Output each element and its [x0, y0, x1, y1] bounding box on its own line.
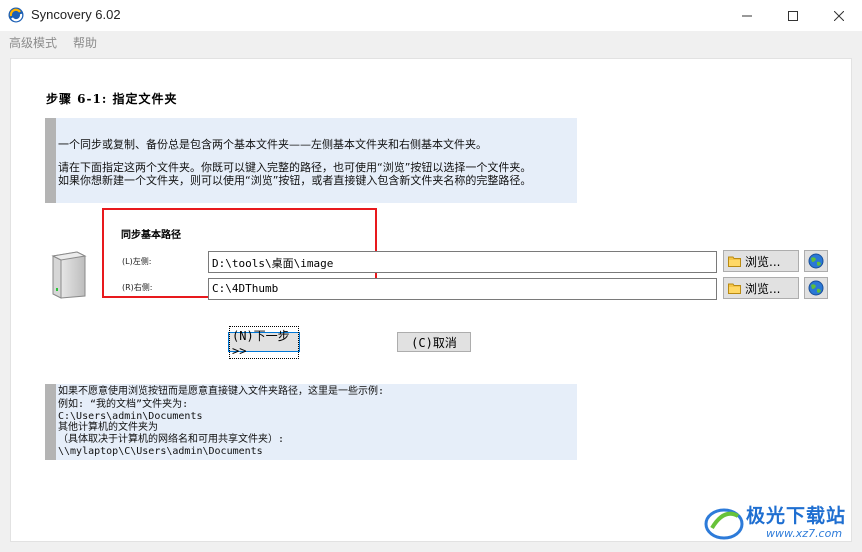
menu-help[interactable]: 帮助: [73, 34, 97, 51]
left-path-input[interactable]: D:\tools\桌面\image: [208, 251, 717, 273]
info-line: 一个同步或复制、备份总是包含两个基本文件夹——左侧基本文件夹和右侧基本文件夹。: [58, 138, 487, 151]
example-line: 其他计算机的文件夹为: [58, 422, 158, 433]
globe-icon: [808, 253, 824, 269]
menu-bar: [0, 31, 862, 53]
close-button[interactable]: [816, 0, 862, 31]
right-network-button[interactable]: [804, 277, 828, 299]
watermark-url: www.xz7.com: [766, 527, 843, 540]
folder-icon: [728, 256, 741, 267]
menu-advanced-mode[interactable]: 高级模式: [9, 34, 57, 51]
right-path-input[interactable]: C:\4DThumb: [208, 278, 717, 300]
cancel-button[interactable]: (C)取消: [397, 332, 471, 352]
example-line: \\mylaptop\C\Users\admin\Documents: [58, 446, 263, 457]
right-path-label: (R)右侧:: [122, 283, 153, 292]
left-browse-button[interactable]: 浏览...: [723, 250, 799, 272]
example-line: 例如: “我的文档”文件夹为:: [58, 399, 189, 410]
folder-icon: [728, 283, 741, 294]
right-browse-button[interactable]: 浏览...: [723, 277, 799, 299]
drive-icon: [51, 251, 87, 299]
step-title: 步骤 6-1: 指定文件夹: [46, 92, 178, 106]
left-network-button[interactable]: [804, 250, 828, 272]
examples-box-accent: [45, 384, 56, 460]
example-line: （具体取决于计算机的网络名和可用共享文件夹）:: [58, 434, 285, 445]
maximize-icon: [788, 10, 798, 21]
minimize-icon: [742, 15, 752, 16]
info-box-accent: [45, 118, 56, 203]
next-button[interactable]: (N)下一步 >>: [228, 325, 300, 359]
syncovery-app-icon: [8, 7, 24, 23]
browse-label: 浏览...: [745, 254, 781, 269]
close-icon: [834, 10, 844, 21]
info-line: 如果你想新建一个文件夹，则可以使用“浏览”按钮，或者直接键入包含新文件夹名称的完…: [58, 174, 532, 187]
sync-base-path-label: 同步基本路径: [121, 230, 181, 241]
left-path-label: (L)左侧:: [122, 257, 152, 266]
example-line: 如果不愿意使用浏览按钮而是愿意直接键入文件夹路径，这里是一些示例:: [58, 386, 385, 397]
watermark-title: 极光下载站: [746, 505, 847, 527]
browse-label: 浏览...: [745, 281, 781, 296]
maximize-button[interactable]: [770, 0, 816, 31]
window-title: Syncovery 6.02: [31, 7, 121, 22]
minimize-button[interactable]: [724, 0, 770, 31]
next-button-label: (N)下一步 >>: [229, 325, 299, 359]
cancel-button-label: (C)取消: [411, 335, 457, 350]
globe-icon: [808, 280, 824, 296]
